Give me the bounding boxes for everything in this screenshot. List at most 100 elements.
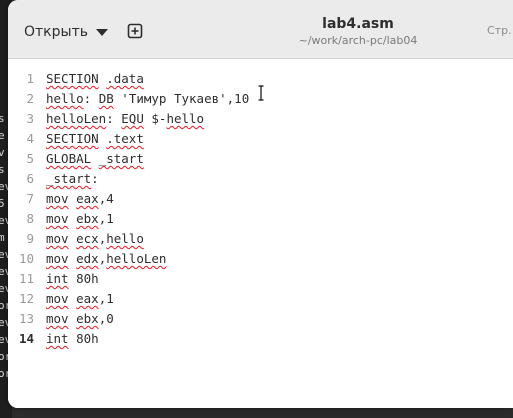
spell-error-token: GLOBAL <box>46 151 92 166</box>
line-number: 2 <box>26 91 34 106</box>
code-token: ,1 <box>98 291 114 306</box>
code-text: SECTION .data <box>46 69 144 89</box>
code-token: : <box>91 171 99 186</box>
terminal-line: 5 <box>0 197 5 210</box>
line-number: 9 <box>26 231 34 246</box>
chevron-down-icon <box>95 28 108 36</box>
spell-error-token: helloLen <box>46 111 107 126</box>
spell-error-token: mov <box>46 291 69 306</box>
code-text: _start: <box>46 169 99 189</box>
code-line[interactable]: 8 mov ebx,1 <box>8 209 513 229</box>
code-text: mov ebx,1 <box>46 209 114 229</box>
line-number: 12 <box>18 291 34 306</box>
document-path: ~/work/arch-pc/lab04 <box>298 34 418 47</box>
spell-error-token: ebx <box>76 311 99 326</box>
spell-error-token: helloLen <box>106 251 167 266</box>
window-title-block: lab4.asm ~/work/arch-pc/lab04 <box>268 16 448 47</box>
code-line[interactable]: 14 int 80h <box>8 329 513 349</box>
code-line[interactable]: 11 int 80h <box>8 269 513 289</box>
spell-error-token: EQU <box>121 111 144 126</box>
code-text: mov ecx,hello <box>46 229 144 249</box>
line-number: 1 <box>26 71 34 86</box>
code-line[interactable]: 4 SECTION .text <box>8 129 513 149</box>
spell-error-token: hello <box>106 231 144 246</box>
spell-error-token: _start <box>98 151 144 166</box>
code-line[interactable]: 10 mov edx,helloLen <box>8 249 513 269</box>
code-text: GLOBAL _start <box>46 149 144 169</box>
code-text: mov edx,helloLen <box>46 249 166 269</box>
code-token: : <box>106 111 122 126</box>
code-token: : <box>83 91 99 106</box>
spell-error-token: _start <box>46 171 92 186</box>
line-number: 10 <box>18 251 34 266</box>
code-token: 80h <box>68 271 99 286</box>
terminal-line: v <box>0 146 5 159</box>
code-text: mov eax,4 <box>46 189 114 209</box>
code-token: ,0 <box>98 311 114 326</box>
code-editor[interactable]: 1 SECTION .data 2 hello: DB 'Тимур Тукаев',… <box>8 59 513 408</box>
spell-error-token: SECTION <box>46 131 99 146</box>
code-line[interactable]: 6 _start: <box>8 169 513 189</box>
code-token: 'Тимур Тукаев',10 <box>113 91 250 106</box>
open-button-label: Открыть <box>24 24 88 40</box>
spell-error-token: SECTION <box>46 71 99 86</box>
line-number: 3 <box>26 111 34 126</box>
terminal-line: s <box>0 112 5 125</box>
spell-error-token: int <box>46 331 69 346</box>
code-text: mov ebx,0 <box>46 309 114 329</box>
line-number: 8 <box>26 211 34 226</box>
code-line[interactable]: 5 GLOBAL _start <box>8 149 513 169</box>
terminal-line: s <box>0 163 5 176</box>
spell-error-token: int <box>46 271 69 286</box>
code-token: ,1 <box>98 211 114 226</box>
text-editor-window: Открыть lab4.asm ~/work/arch-pc/lab04 Ст… <box>8 0 513 408</box>
line-number: 13 <box>18 311 34 326</box>
page-label[interactable]: Стр. <box>487 24 512 37</box>
line-number: 5 <box>26 151 34 166</box>
spell-error-token: .data <box>106 71 144 86</box>
line-number: 6 <box>26 171 34 186</box>
spell-error-token: mov <box>46 211 69 226</box>
open-button[interactable]: Открыть <box>18 19 114 45</box>
line-number: 11 <box>18 271 34 286</box>
code-text: helloLen: EQU $-hello <box>46 109 204 129</box>
terminal-line: e <box>0 129 5 142</box>
spell-error-token: edx <box>76 251 99 266</box>
line-number: 14 <box>18 331 34 346</box>
code-text: SECTION .text <box>46 129 144 149</box>
line-number: 4 <box>26 131 34 146</box>
spell-error-token: mov <box>46 311 69 326</box>
spell-error-token: eax <box>76 291 99 306</box>
code-token: 80h <box>68 331 99 346</box>
code-line[interactable]: 3 helloLen: EQU $-hello <box>8 109 513 129</box>
terminal-line: m <box>0 231 5 244</box>
ibeam-cursor-icon <box>258 85 264 101</box>
spell-error-token: .text <box>106 131 144 146</box>
code-text: int 80h <box>46 269 99 289</box>
spell-error-token: ecx <box>76 231 99 246</box>
code-text: int 80h <box>46 329 99 349</box>
spell-error-token: mov <box>46 231 69 246</box>
code-line[interactable]: 12 mov eax,1 <box>8 289 513 309</box>
spell-error-token: ebx <box>76 211 99 226</box>
code-token: $- <box>143 111 167 126</box>
spell-error-token: mov <box>46 251 69 266</box>
spell-error-token: hello <box>46 91 84 106</box>
document-title: lab4.asm <box>322 16 394 32</box>
add-document-icon[interactable] <box>127 23 143 39</box>
spell-error-token: mov <box>46 191 69 206</box>
code-text: hello: DB 'Тимур Тукаев',10 <box>46 89 249 109</box>
code-line[interactable]: 7 mov eax,4 <box>8 189 513 209</box>
spell-error-token: hello <box>166 111 205 126</box>
code-text: mov eax,1 <box>46 289 114 309</box>
code-line[interactable]: 13 mov ebx,0 <box>8 309 513 329</box>
code-line[interactable]: 9 mov ecx,hello <box>8 229 513 249</box>
code-token: ,4 <box>98 191 114 206</box>
